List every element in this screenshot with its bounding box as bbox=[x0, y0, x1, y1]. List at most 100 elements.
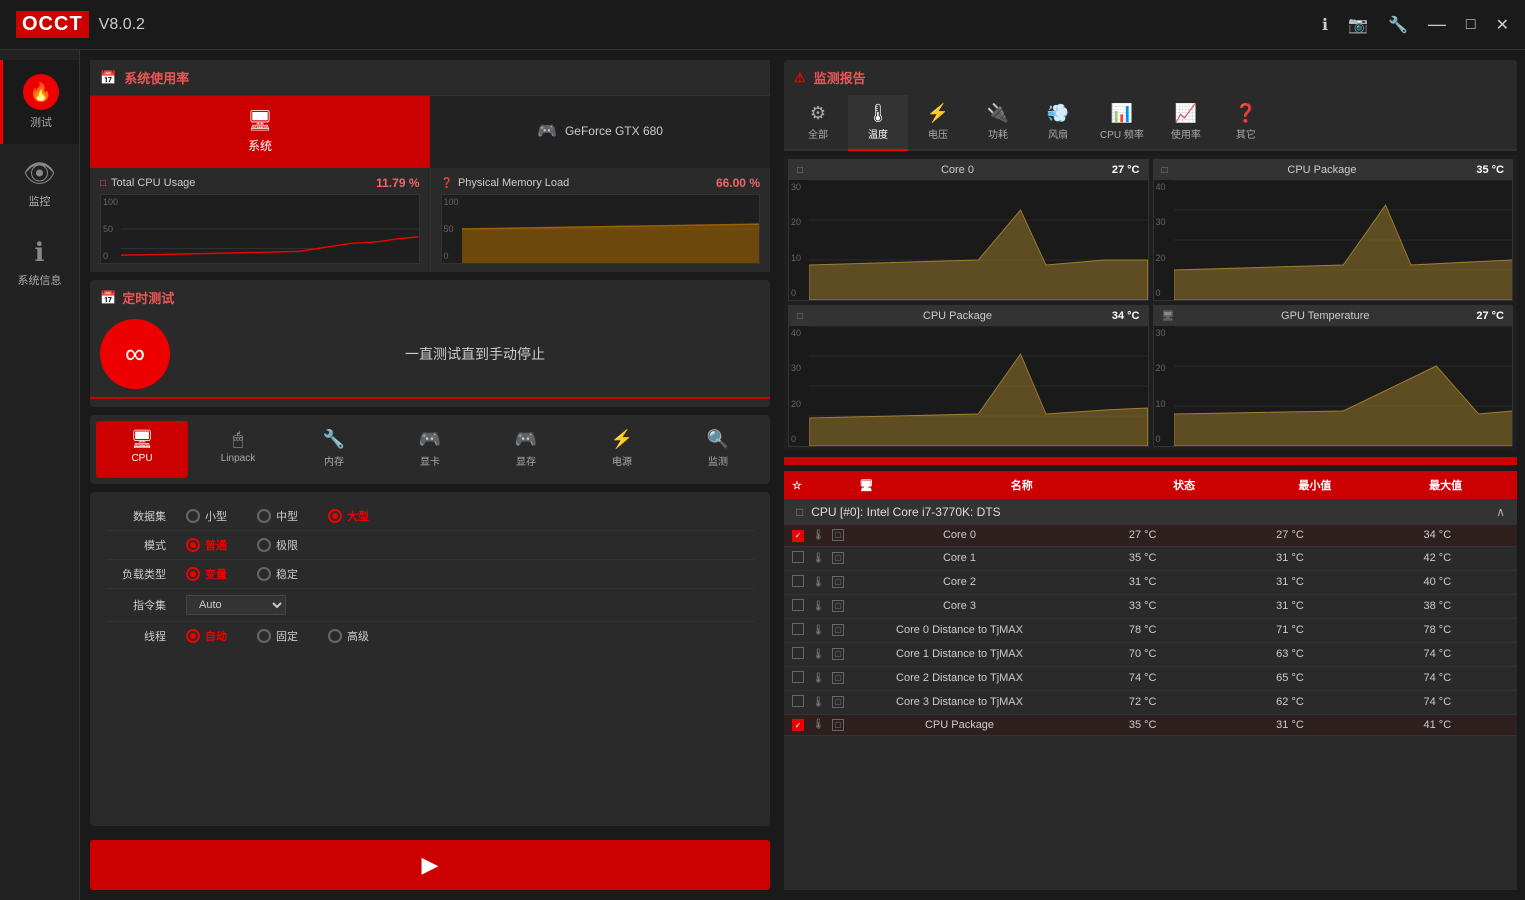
row6-icon2[interactable]: □ bbox=[832, 672, 844, 684]
row4-check[interactable] bbox=[792, 623, 804, 635]
chart-pkg-icon: □ bbox=[1162, 165, 1168, 176]
chart-gpu-temp-header: 🖥 GPU Temperature 27 °C bbox=[1154, 306, 1513, 326]
row5-check[interactable] bbox=[792, 647, 804, 659]
row3-check[interactable] bbox=[792, 599, 804, 611]
maximize-button[interactable]: □ bbox=[1466, 16, 1476, 34]
row6-check[interactable] bbox=[792, 671, 804, 683]
minimize-button[interactable]: — bbox=[1428, 14, 1446, 35]
mem-load-value: 66.00 % bbox=[716, 176, 760, 190]
monitor-tab-power[interactable]: 🔌 功耗 bbox=[968, 95, 1028, 151]
table-row: 🌡 □ Core 1 35 °C 31 °C 42 °C bbox=[784, 547, 1517, 571]
row1-icon2[interactable]: □ bbox=[832, 552, 844, 564]
radio-stable-circle bbox=[257, 567, 271, 581]
titlebar: OCCT V8.0.2 ℹ 📷 🔧 — □ ✕ bbox=[0, 0, 1525, 50]
radio-normal[interactable]: 普通 bbox=[186, 537, 227, 553]
group-icon: □ bbox=[796, 505, 803, 519]
row8-icon2[interactable]: □ bbox=[832, 719, 844, 731]
radio-fixed-thread[interactable]: 固定 bbox=[257, 628, 298, 644]
monitor-tab-other[interactable]: ❓ 其它 bbox=[1216, 95, 1276, 151]
row3-icon1: 🌡 bbox=[812, 601, 828, 612]
tab-gpu[interactable]: 🎮 GeForce GTX 680 bbox=[430, 96, 770, 168]
screenshot-icon[interactable]: 📷 bbox=[1348, 15, 1368, 35]
row7-check[interactable] bbox=[792, 695, 804, 707]
radio-small[interactable]: 小型 bbox=[186, 508, 227, 524]
tab-system[interactable]: 🖥 系统 bbox=[90, 96, 430, 168]
test-tab-power[interactable]: ⚡ 电源 bbox=[576, 421, 668, 478]
test-tab-gpu[interactable]: 🎮 显卡 bbox=[384, 421, 476, 478]
test-tab-vram[interactable]: 🎮 显存 bbox=[480, 421, 572, 478]
monitor-tab-temp[interactable]: 🌡 温度 bbox=[848, 95, 908, 151]
monitor-tab-usage[interactable]: 📈 使用率 bbox=[1156, 95, 1216, 151]
monitor-tab-freq[interactable]: 📊 CPU 频率 bbox=[1088, 95, 1156, 151]
row3-max: 38 °C bbox=[1366, 600, 1509, 612]
monitor-tab-fan[interactable]: 💨 风扇 bbox=[1028, 95, 1088, 151]
row7-name: Core 3 Distance to TjMAX bbox=[852, 696, 1067, 708]
row0-icon2[interactable]: □ bbox=[832, 529, 844, 541]
stats-row: □ Total CPU Usage 11.79 % 100500 bbox=[90, 168, 770, 272]
cpu-usage-value: 11.79 % bbox=[376, 176, 419, 190]
radio-large[interactable]: 大型 bbox=[328, 508, 369, 524]
row0-icon1: 🌡 bbox=[812, 530, 828, 541]
logo: OCCT V8.0.2 bbox=[16, 11, 145, 38]
table-row: ✓ 🌡 □ Core 0 27 °C 27 °C 34 °C bbox=[784, 525, 1517, 547]
table-row: 🌡 □ Core 3 Distance to TjMAX 72 °C 62 °C… bbox=[784, 691, 1517, 715]
sidebar-item-test[interactable]: 🔥 测试 bbox=[0, 60, 79, 144]
row8-icon1: 🌡 bbox=[812, 719, 828, 730]
table-row: 🌡 □ Core 3 33 °C 31 °C 38 °C bbox=[784, 595, 1517, 619]
settings-icon[interactable]: 🔧 bbox=[1388, 15, 1408, 35]
mem-load-chart: 100500 bbox=[441, 194, 761, 264]
close-button[interactable]: ✕ bbox=[1496, 15, 1509, 35]
monitor-tab-voltage[interactable]: ⚡ 电压 bbox=[908, 95, 968, 151]
sidebar-label-sysinfo: 系统信息 bbox=[18, 272, 62, 288]
instruction-select[interactable]: Auto bbox=[186, 595, 286, 615]
radio-medium[interactable]: 中型 bbox=[257, 508, 298, 524]
gpu-tab-icon: 🎮 bbox=[537, 121, 557, 141]
cpu-usage-chart: 100500 bbox=[100, 194, 420, 264]
row2-min: 31 °C bbox=[1218, 576, 1361, 588]
radio-auto-thread[interactable]: 自动 bbox=[186, 628, 227, 644]
radio-auto-thread-circle bbox=[186, 629, 200, 643]
chart-cpu-pkg2: □ CPU Package 34 °C 4030200 bbox=[788, 305, 1149, 447]
row2-max: 40 °C bbox=[1366, 576, 1509, 588]
linpack-tab-icon: 🖱 bbox=[233, 429, 244, 450]
memory-tab-icon: 🔧 bbox=[323, 429, 345, 450]
row2-icon2[interactable]: □ bbox=[832, 576, 844, 588]
row2-check[interactable] bbox=[792, 575, 804, 587]
row5-icon1: 🌡 bbox=[812, 649, 828, 660]
test-tab-cpu[interactable]: 🖥 CPU bbox=[96, 421, 188, 478]
collapse-icon[interactable]: ∧ bbox=[1496, 505, 1505, 519]
config-thread: 线程 自动 固定 高级 bbox=[106, 622, 754, 650]
radio-extreme[interactable]: 极限 bbox=[257, 537, 298, 553]
sidebar-item-sysinfo[interactable]: ℹ 系统信息 bbox=[0, 223, 79, 302]
row4-icon2[interactable]: □ bbox=[832, 624, 844, 636]
app-version: V8.0.2 bbox=[99, 16, 145, 34]
radio-variable[interactable]: 变量 bbox=[186, 566, 227, 582]
radio-advanced-thread[interactable]: 高级 bbox=[328, 628, 369, 644]
row3-status: 33 °C bbox=[1071, 600, 1214, 612]
main-content: 🔥 测试 👁 监控 ℹ 系统信息 📅 系统使用率 🖥 bbox=[0, 50, 1525, 900]
row8-name: CPU Package bbox=[852, 719, 1067, 731]
row1-check[interactable] bbox=[792, 551, 804, 563]
test-tab-monitor[interactable]: 🔍 监测 bbox=[672, 421, 764, 478]
horizontal-scrollbar[interactable] bbox=[784, 457, 1517, 465]
row3-min: 31 °C bbox=[1218, 600, 1361, 612]
monitor-tab-all[interactable]: ⚙ 全部 bbox=[788, 95, 848, 151]
sidebar-item-monitor[interactable]: 👁 监控 bbox=[0, 144, 79, 223]
row8-check[interactable]: ✓ bbox=[792, 719, 804, 731]
test-tab-memory[interactable]: 🔧 内存 bbox=[288, 421, 380, 478]
row5-icon2[interactable]: □ bbox=[832, 648, 844, 660]
radio-stable[interactable]: 稳定 bbox=[257, 566, 298, 582]
monitor-header-title: 监测报告 bbox=[814, 68, 866, 87]
cpu-tab-icon: 🖥 bbox=[131, 429, 154, 450]
infinity-button[interactable]: ∞ bbox=[100, 319, 170, 389]
row3-icon2[interactable]: □ bbox=[832, 600, 844, 612]
sidebar-label-test: 测试 bbox=[30, 114, 52, 130]
test-tab-linpack[interactable]: 🖱 Linpack bbox=[192, 421, 284, 478]
info-icon[interactable]: ℹ bbox=[1322, 15, 1328, 35]
freq-tab-icon: 📊 bbox=[1111, 103, 1133, 124]
row7-icon2[interactable]: □ bbox=[832, 696, 844, 708]
row0-check[interactable]: ✓ bbox=[792, 530, 804, 542]
radio-variable-circle bbox=[186, 567, 200, 581]
start-button[interactable]: ▶ bbox=[90, 840, 770, 890]
monitor-icon: 👁 bbox=[23, 158, 56, 189]
